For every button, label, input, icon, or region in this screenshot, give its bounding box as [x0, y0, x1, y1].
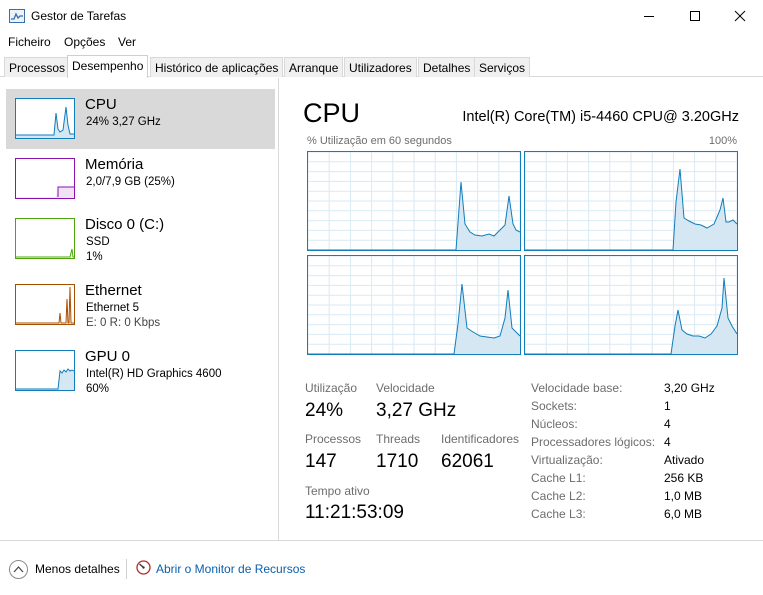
- sidebar-item-detail: 1%: [86, 251, 103, 263]
- minimize-button[interactable]: [626, 0, 672, 32]
- footer-divider: [126, 559, 127, 579]
- minimize-icon: [644, 16, 654, 17]
- cpu-thumbnail-graph: [15, 98, 75, 139]
- sidebar-item-detail: E: 0 R: 0 Kbps: [86, 317, 161, 329]
- sidebar-item-detail: Intel(R) HD Graphics 4600: [86, 368, 222, 380]
- sidebar-item-detail: 24% 3,27 GHz: [86, 116, 161, 128]
- spec-value: 256 KB: [664, 471, 704, 485]
- maximize-icon: [690, 11, 700, 21]
- tab-servicos[interactable]: Serviços: [474, 57, 531, 77]
- resource-monitor-icon[interactable]: [136, 560, 151, 575]
- sidebar-item-disco[interactable]: Disco 0 (C:) SSD 1%: [6, 209, 275, 269]
- threads-value: 1710: [376, 451, 419, 472]
- sidebar-item-name: GPU 0: [85, 348, 131, 365]
- sidebar-item-gpu[interactable]: GPU 0 Intel(R) HD Graphics 4600 60%: [6, 341, 275, 401]
- identificadores-label: Identificadores: [441, 432, 520, 446]
- sidebar-item-memoria[interactable]: Memória 2,0/7,9 GB (25%): [6, 149, 275, 209]
- spec-label: Cache L1:: [531, 471, 586, 485]
- tab-desempenho[interactable]: Desempenho: [67, 55, 149, 78]
- close-button[interactable]: [717, 0, 763, 32]
- page-title: CPU: [303, 98, 361, 128]
- cpu-details-panel: CPU Intel(R) Core(TM) i5-4460 CPU@ 3.20G…: [280, 78, 763, 540]
- spec-label: Cache L3:: [531, 507, 586, 521]
- sidebar-item-cpu[interactable]: CPU 24% 3,27 GHz: [6, 89, 275, 149]
- spec-value: 4: [664, 435, 671, 449]
- tab-strip: Processos Desempenho Histórico de aplica…: [0, 55, 763, 78]
- cpu-core-graph: [307, 255, 521, 355]
- memory-thumbnail-graph: [15, 158, 75, 199]
- sidebar-item-name: Disco 0 (C:): [85, 216, 165, 233]
- task-manager-app-icon: [9, 9, 25, 23]
- identificadores-value: 62061: [441, 451, 494, 472]
- open-resource-monitor-link[interactable]: Abrir o Monitor de Recursos: [156, 562, 305, 576]
- footer-bar: Menos detalhes Abrir o Monitor de Recurs…: [0, 540, 763, 595]
- tab-detalhes[interactable]: Detalhes: [418, 57, 476, 77]
- sidebar-item-detail: 2,0/7,9 GB (25%): [86, 176, 175, 188]
- utilizacao-label: Utilização: [305, 381, 358, 395]
- tab-historico-aplicacoes[interactable]: Histórico de aplicações: [150, 57, 284, 77]
- tempo-ativo-label: Tempo ativo: [305, 484, 370, 498]
- cpu-model: Intel(R) Core(TM) i5-4460 CPU@ 3.20GHz: [462, 109, 739, 125]
- spec-value: Ativado: [664, 453, 705, 467]
- spec-label: Velocidade base:: [531, 381, 623, 395]
- cpu-core-graph: [524, 151, 738, 251]
- threads-label: Threads: [376, 432, 421, 446]
- tab-processos[interactable]: Processos: [4, 57, 71, 77]
- tempo-ativo-value: 11:21:53:09: [305, 502, 404, 523]
- graph-label: % Utilização em 60 segundos: [307, 135, 452, 147]
- sidebar-item-detail: 60%: [86, 383, 110, 395]
- gpu-thumbnail-graph: [15, 350, 75, 391]
- graph-max-label: 100%: [708, 135, 737, 147]
- menu-bar: Ficheiro Opções Ver: [0, 32, 763, 54]
- sidebar-item-detail: Ethernet 5: [86, 302, 140, 314]
- window-title: Gestor de Tarefas: [31, 9, 127, 23]
- sidebar-item-name: CPU: [85, 96, 117, 113]
- menu-ver[interactable]: Ver: [118, 35, 136, 49]
- disk-thumbnail-graph: [15, 218, 75, 259]
- cpu-core-graph: [524, 255, 738, 355]
- tab-arranque[interactable]: Arranque: [284, 57, 344, 77]
- maximize-button[interactable]: [672, 0, 718, 32]
- velocidade-value: 3,27 GHz: [376, 400, 457, 421]
- chevron-up-icon: [13, 566, 24, 573]
- processos-label: Processos: [305, 432, 362, 446]
- utilizacao-value: 24%: [305, 400, 344, 421]
- spec-label: Cache L2:: [531, 489, 586, 503]
- tab-utilizadores[interactable]: Utilizadores: [344, 57, 417, 77]
- spec-value: 6,0 MB: [664, 507, 703, 521]
- title-bar: Gestor de Tarefas: [0, 0, 763, 32]
- spec-value: 3,20 GHz: [664, 381, 715, 395]
- spec-value: 1: [664, 399, 671, 413]
- spec-value: 1,0 MB: [664, 489, 703, 503]
- spec-label: Núcleos:: [531, 417, 578, 431]
- menu-opcoes[interactable]: Opções: [64, 35, 105, 49]
- sidebar-item-detail: SSD: [86, 236, 110, 248]
- less-details-button[interactable]: [9, 560, 28, 579]
- less-details-label[interactable]: Menos detalhes: [35, 562, 120, 576]
- sidebar-item-name: Ethernet: [85, 282, 142, 299]
- processos-value: 147: [305, 451, 337, 472]
- menu-ficheiro[interactable]: Ficheiro: [8, 35, 51, 49]
- resource-sidebar: CPU 24% 3,27 GHz Memória 2,0/7,9 GB (25%…: [0, 78, 279, 540]
- spec-label: Processadores lógicos:: [531, 435, 656, 449]
- velocidade-label: Velocidade: [376, 381, 435, 395]
- ethernet-thumbnail-graph: [15, 284, 75, 325]
- sidebar-item-name: Memória: [85, 156, 144, 173]
- spec-label: Sockets:: [531, 399, 578, 413]
- spec-value: 4: [664, 417, 671, 431]
- close-icon: [734, 10, 746, 22]
- sidebar-item-ethernet[interactable]: Ethernet Ethernet 5 E: 0 R: 0 Kbps: [6, 275, 275, 335]
- spec-label: Virtualização:: [531, 453, 603, 467]
- cpu-core-graph: [307, 151, 521, 251]
